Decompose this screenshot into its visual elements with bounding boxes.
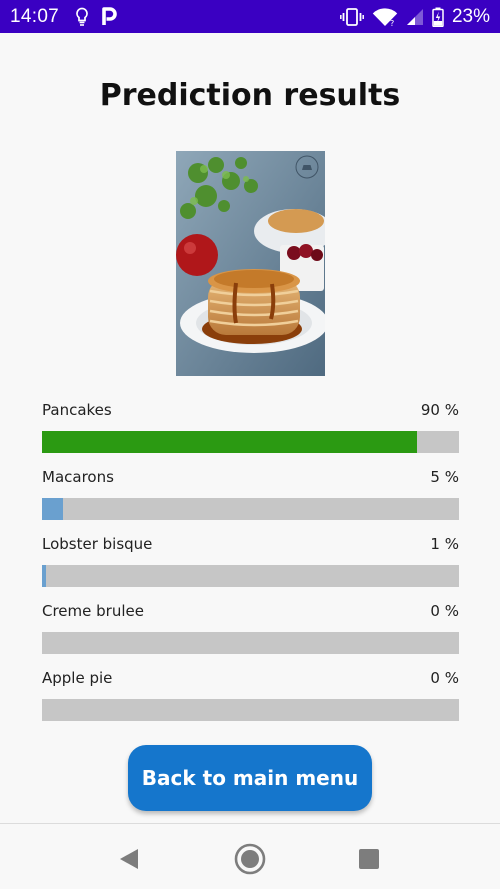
status-time: 14:07 bbox=[10, 5, 60, 27]
result-percent: 5 % bbox=[430, 468, 459, 486]
battery-charging-icon bbox=[432, 7, 444, 27]
back-icon[interactable] bbox=[111, 841, 147, 877]
result-label: Macarons bbox=[42, 468, 114, 486]
signal-icon bbox=[406, 8, 424, 26]
food-photo bbox=[176, 151, 325, 376]
navigation-bar bbox=[0, 823, 500, 889]
result-bar-fill bbox=[42, 498, 63, 520]
result-bar-track bbox=[42, 498, 459, 520]
status-bar: 14:07 ? 23% bbox=[0, 0, 500, 33]
result-percent: 0 % bbox=[430, 602, 459, 620]
parking-icon bbox=[101, 6, 117, 27]
result-bar-fill bbox=[42, 431, 417, 453]
result-bar-track bbox=[42, 431, 459, 453]
result-percent: 0 % bbox=[430, 669, 459, 687]
result-percent: 90 % bbox=[420, 401, 459, 419]
result-label: Apple pie bbox=[42, 669, 113, 687]
home-icon[interactable] bbox=[232, 841, 268, 877]
result-bar-fill bbox=[42, 565, 46, 587]
result-label: Lobster bisque bbox=[42, 535, 153, 553]
recents-icon[interactable] bbox=[351, 841, 387, 877]
svg-text:?: ? bbox=[390, 19, 394, 27]
battery-percent: 23% bbox=[451, 5, 490, 27]
result-label: Creme brulee bbox=[42, 602, 144, 620]
result-bar-track bbox=[42, 632, 459, 654]
result-label: Pancakes bbox=[42, 401, 112, 419]
result-percent: 1 % bbox=[430, 535, 459, 553]
back-to-main-menu-button[interactable]: Back to main menu bbox=[128, 745, 372, 811]
lightbulb-icon bbox=[75, 7, 89, 27]
vibrate-icon bbox=[340, 7, 364, 26]
page-title: Prediction results bbox=[99, 78, 401, 113]
wifi-icon: ? bbox=[372, 7, 398, 27]
result-bar-track bbox=[42, 699, 459, 721]
result-bar-track bbox=[42, 565, 459, 587]
